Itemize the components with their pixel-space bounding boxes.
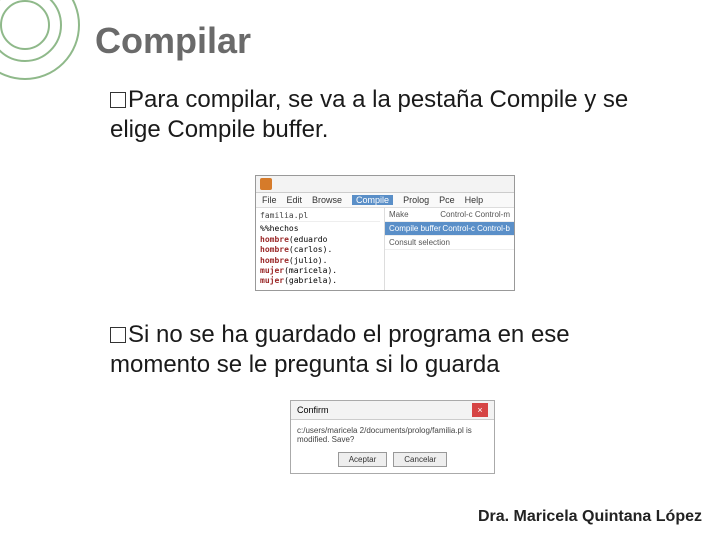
menu-compile[interactable]: Compile xyxy=(352,195,393,205)
dropdown-item-make[interactable]: Make Control-c Control-m xyxy=(385,208,514,222)
paragraph-1: Para compilar, se va a la pestaña Compil… xyxy=(110,85,670,155)
menu-prolog[interactable]: Prolog xyxy=(403,195,429,205)
dialog-message: c:/users/maricela 2/documents/prolog/fam… xyxy=(291,420,494,448)
dropdown-item-consult[interactable]: Consult selection xyxy=(385,236,514,250)
compile-dropdown: Make Control-c Control-m Compile buffer … xyxy=(385,208,514,290)
code-line: hombre(eduardo xyxy=(260,235,380,245)
editor-filename: familia.pl xyxy=(260,211,380,222)
editor-menu-bar: File Edit Browse Compile Prolog Pce Help xyxy=(256,193,514,208)
dialog-title: Confirm xyxy=(297,405,329,415)
code-line: hombre(julio). xyxy=(260,256,380,266)
close-icon[interactable]: × xyxy=(472,403,488,417)
confirm-dialog: Confirm × c:/users/maricela 2/documents/… xyxy=(290,400,495,474)
bullet-icon xyxy=(110,92,126,108)
menu-edit[interactable]: Edit xyxy=(287,195,303,205)
author-footer: Dra. Maricela Quintana López xyxy=(478,508,702,526)
code-line: mujer(gabriela). xyxy=(260,276,380,286)
cancel-button[interactable]: Cancelar xyxy=(393,452,447,467)
dropdown-item-compile-buffer[interactable]: Compile buffer Control-c Control-b xyxy=(385,222,514,236)
menu-browse[interactable]: Browse xyxy=(312,195,342,205)
code-line: %%hechos xyxy=(260,224,380,234)
page-title: Compilar xyxy=(95,20,251,62)
app-icon xyxy=(260,178,272,190)
editor-screenshot: File Edit Browse Compile Prolog Pce Help… xyxy=(255,175,515,291)
p1-lead: Para xyxy=(128,86,179,113)
menu-help[interactable]: Help xyxy=(465,195,484,205)
menu-pce[interactable]: Pce xyxy=(439,195,455,205)
p2-body: no se ha guardado el programa en ese mom… xyxy=(110,321,570,378)
code-line: mujer(maricela). xyxy=(260,266,380,276)
accept-button[interactable]: Aceptar xyxy=(338,452,388,467)
editor-code-pane: familia.pl %%hechos hombre(eduardo hombr… xyxy=(256,208,385,290)
code-line: hombre(carlos). xyxy=(260,245,380,255)
menu-file[interactable]: File xyxy=(262,195,277,205)
p1-body: compilar, se va a la pestaña Compile y s… xyxy=(110,86,628,143)
slide-decoration xyxy=(0,0,100,100)
p2-lead: Si xyxy=(128,321,149,348)
paragraph-2: Si no se ha guardado el programa en ese … xyxy=(110,320,670,390)
bullet-icon xyxy=(110,327,126,343)
